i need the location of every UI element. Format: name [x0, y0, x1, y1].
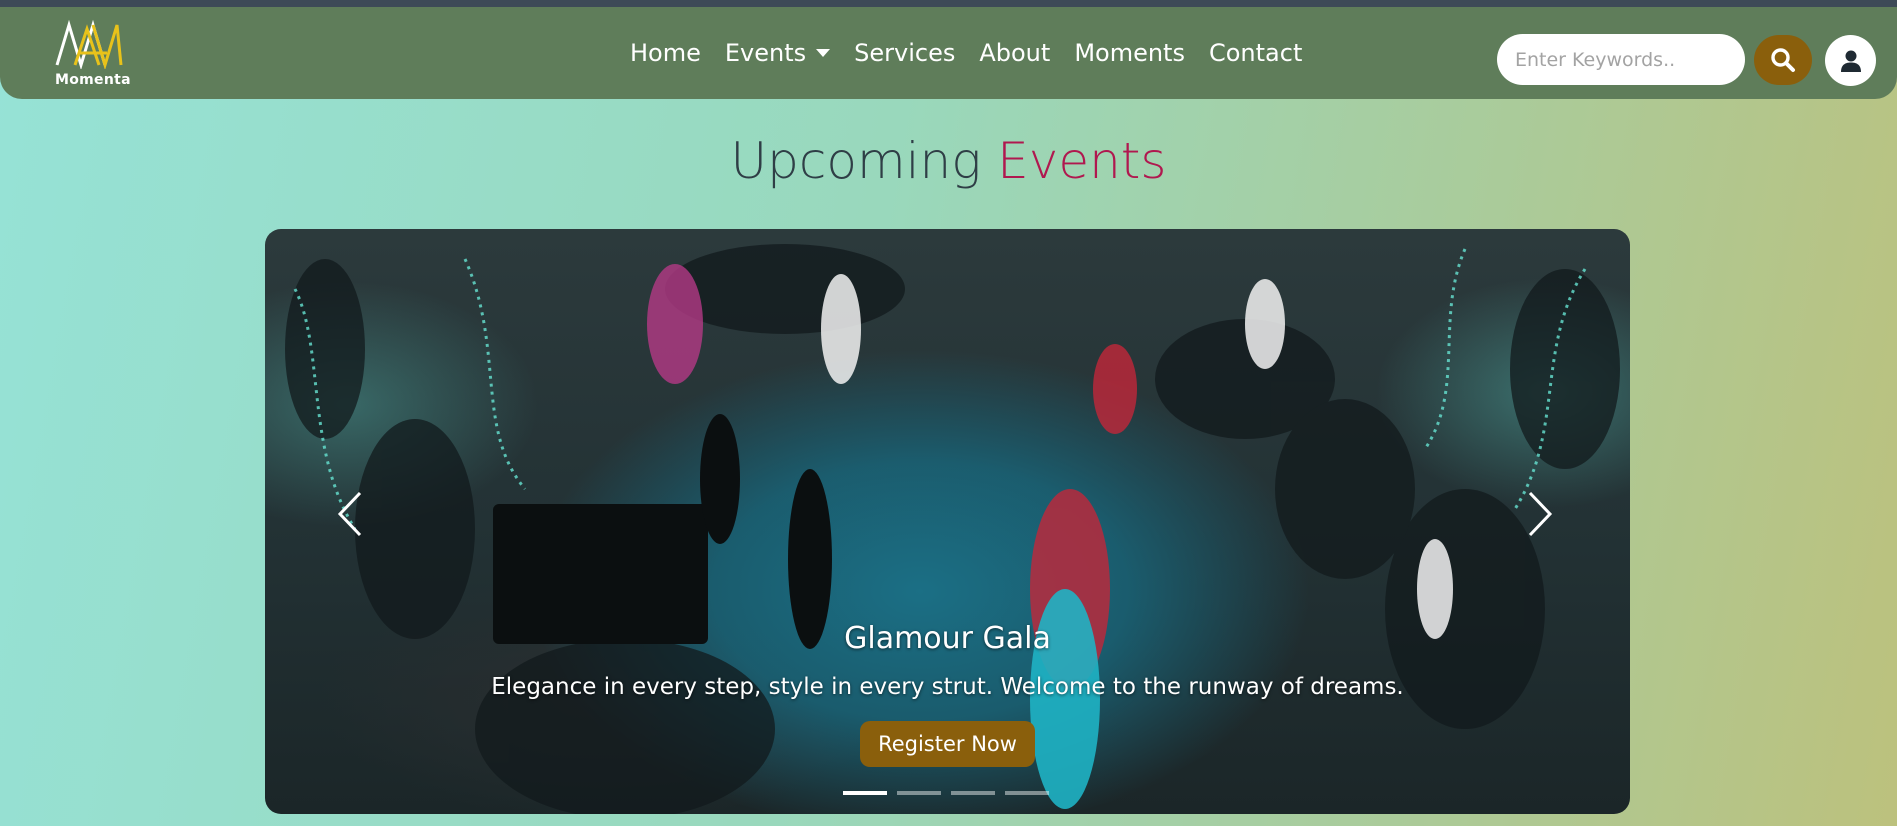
momenta-logo-icon [55, 19, 123, 69]
search-input[interactable] [1497, 34, 1745, 85]
brand-name: Momenta [55, 72, 131, 88]
nav-about[interactable]: About [979, 39, 1050, 67]
carousel-indicators [843, 791, 1049, 795]
carousel-indicator-3[interactable] [951, 791, 995, 795]
search-button[interactable] [1754, 35, 1812, 85]
chevron-right-icon [1528, 491, 1553, 537]
nav-services[interactable]: Services [854, 39, 955, 67]
top-strip [0, 0, 1897, 7]
page-title: Upcoming Events [0, 132, 1897, 190]
navbar: Momenta Home Events Services About Momen… [0, 7, 1897, 99]
slide-title: Glamour Gala [844, 621, 1051, 656]
caret-down-icon [816, 49, 831, 57]
user-icon [1840, 50, 1861, 72]
search-icon [1771, 48, 1795, 72]
nav-home[interactable]: Home [630, 39, 701, 67]
title-part-upcoming: Upcoming [730, 132, 982, 190]
title-part-events: Events [997, 132, 1167, 190]
register-now-button[interactable]: Register Now [860, 721, 1035, 767]
user-profile-button[interactable] [1825, 35, 1876, 86]
main-nav: Home Events Services About Moments Conta… [630, 39, 1326, 67]
nav-contact[interactable]: Contact [1209, 39, 1302, 67]
brand-logo[interactable]: Momenta [53, 19, 131, 95]
events-carousel: Glamour Gala Elegance in every step, sty… [265, 229, 1630, 814]
carousel-indicator-1[interactable] [843, 791, 887, 795]
nav-events[interactable]: Events [725, 39, 831, 67]
slide-caption: Glamour Gala Elegance in every step, sty… [265, 621, 1630, 767]
nav-moments[interactable]: Moments [1074, 39, 1185, 67]
carousel-prev-button[interactable] [325, 479, 375, 549]
carousel-indicator-2[interactable] [897, 791, 941, 795]
carousel-indicator-4[interactable] [1005, 791, 1049, 795]
chevron-left-icon [337, 491, 362, 537]
carousel-next-button[interactable] [1515, 479, 1565, 549]
slide-description: Elegance in every step, style in every s… [491, 674, 1404, 700]
